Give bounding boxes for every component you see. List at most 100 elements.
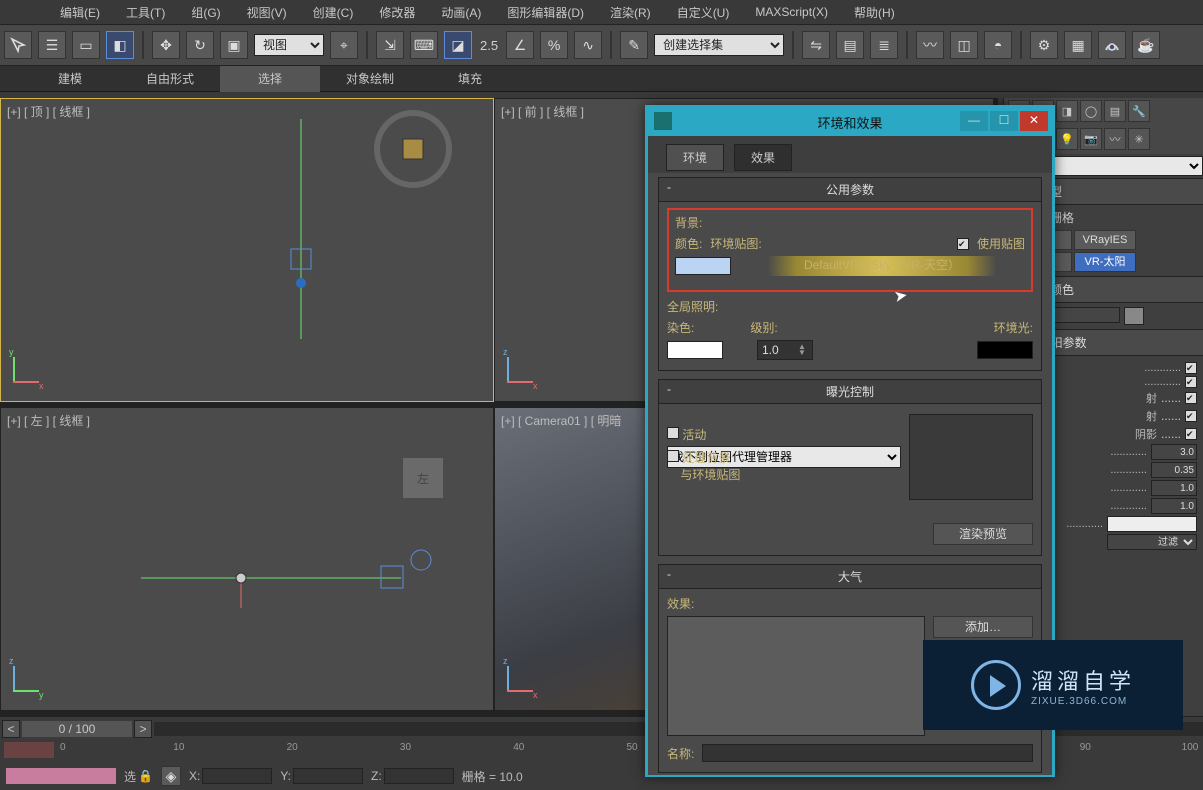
curve-editor-icon[interactable]: 〰 <box>916 31 944 59</box>
render-setup-icon[interactable]: ⚙ <box>1030 31 1058 59</box>
menu-render[interactable]: 渲染(R) <box>610 4 651 21</box>
dialog-titlebar[interactable]: 环境和效果 — ☐ ✕ <box>648 108 1052 136</box>
menu-grapheditor[interactable]: 图形编辑器(D) <box>507 4 584 21</box>
time-prev-btn[interactable]: < <box>2 720 20 738</box>
timeline-key-area[interactable] <box>4 742 54 758</box>
ref-coord-select[interactable]: 视图 <box>254 34 324 56</box>
edit-named-sel-icon[interactable]: ✎ <box>620 31 648 59</box>
param-check-4[interactable] <box>1185 410 1197 422</box>
ambient-swatch[interactable] <box>977 341 1033 359</box>
effect-name-input[interactable] <box>702 744 1033 762</box>
hierarchy-panel-icon[interactable]: ◨ <box>1056 100 1078 122</box>
obj-type-btn-1[interactable]: VRayIES <box>1074 230 1136 250</box>
spinner-snap-icon[interactable]: ∿ <box>574 31 602 59</box>
param-check-5[interactable] <box>1185 428 1197 440</box>
tab-modeling[interactable]: 建模 <box>20 66 120 92</box>
close-button[interactable]: ✕ <box>1020 111 1048 131</box>
menu-group[interactable]: 组(G) <box>191 4 220 21</box>
tab-populate[interactable]: 填充 <box>420 66 520 92</box>
env-map-button[interactable]: DefaultVRaySky（VR-天空） <box>739 256 1025 276</box>
tint-swatch[interactable] <box>667 341 723 359</box>
param-check-2[interactable] <box>1185 376 1197 388</box>
active-checkbox[interactable] <box>667 427 679 439</box>
rollout-header-common[interactable]: -公用参数 <box>659 178 1041 202</box>
menu-view[interactable]: 视图(V) <box>247 4 287 21</box>
effects-listbox[interactable] <box>667 616 925 736</box>
keyboard-shortcut-icon[interactable]: ⌨ <box>410 31 438 59</box>
select-rect-icon[interactable]: ▭ <box>72 31 100 59</box>
rotate-icon[interactable]: ↻ <box>186 31 214 59</box>
tab-select[interactable]: 选择 <box>220 66 320 92</box>
viewcube-icon[interactable] <box>373 109 453 189</box>
lights-cat-icon[interactable]: 💡 <box>1056 128 1078 150</box>
menu-customize[interactable]: 自定义(U) <box>677 4 730 21</box>
isolate-icon[interactable]: ◈ <box>161 766 181 786</box>
menu-anim[interactable]: 动画(A) <box>441 4 481 21</box>
param-spin-1[interactable] <box>1151 444 1197 460</box>
obj-type-btn-3[interactable]: VR-太阳 <box>1074 252 1136 272</box>
minimize-button[interactable]: — <box>960 111 988 131</box>
menu-maxscript[interactable]: MAXScript(X) <box>755 5 828 19</box>
viewport-top[interactable]: [+] [ 顶 ] [ 线框 ] yx <box>0 98 494 402</box>
select-window-icon[interactable]: ◧ <box>106 31 134 59</box>
align-icon[interactable]: ▤ <box>836 31 864 59</box>
time-next-btn[interactable]: > <box>134 720 152 738</box>
display-panel-icon[interactable]: ▤ <box>1104 100 1126 122</box>
snap-2d-icon[interactable]: ◪ <box>444 31 472 59</box>
rollout-header-exposure[interactable]: -曝光控制 <box>659 380 1041 404</box>
param-spin-3[interactable] <box>1151 480 1197 496</box>
layers-icon[interactable]: ≣ <box>870 31 898 59</box>
param-spin-4[interactable] <box>1151 498 1197 514</box>
menu-modifiers[interactable]: 修改器 <box>379 4 415 21</box>
render-frame-icon[interactable]: ▦ <box>1064 31 1092 59</box>
bg-color-swatch[interactable] <box>675 257 731 275</box>
lock-icon[interactable]: 🔒 <box>138 769 153 783</box>
maximize-button[interactable]: ☐ <box>990 111 1018 131</box>
y-input[interactable] <box>293 768 363 784</box>
viewport-left[interactable]: [+] [ 左 ] [ 线框 ] 左 zy <box>0 407 494 711</box>
schematic-icon[interactable]: ◫ <box>950 31 978 59</box>
tab-environment[interactable]: 环境 <box>666 144 724 171</box>
process-bg-checkbox[interactable] <box>667 450 679 462</box>
render-icon[interactable] <box>1098 31 1126 59</box>
object-color-swatch[interactable] <box>1124 307 1144 325</box>
move-icon[interactable]: ✥ <box>152 31 180 59</box>
param-color-field[interactable] <box>1107 516 1197 532</box>
menu-tools[interactable]: 工具(T) <box>126 4 165 21</box>
menu-help[interactable]: 帮助(H) <box>854 4 895 21</box>
param-check-1[interactable] <box>1185 362 1197 374</box>
teapot-icon[interactable]: ☕ <box>1132 31 1160 59</box>
manipulate-icon[interactable]: ⇲ <box>376 31 404 59</box>
x-input[interactable] <box>202 768 272 784</box>
param-check-3[interactable] <box>1185 392 1197 404</box>
cameras-cat-icon[interactable]: 📷 <box>1080 128 1102 150</box>
pivot-icon[interactable]: ⌖ <box>330 31 358 59</box>
z-input[interactable] <box>384 768 454 784</box>
param-spin-2[interactable] <box>1151 462 1197 478</box>
select-icon[interactable] <box>4 31 32 59</box>
named-sel-sets[interactable]: 创建选择集 <box>654 34 784 56</box>
tab-objpaint[interactable]: 对象绘制 <box>320 66 420 92</box>
percent-snap-icon[interactable]: % <box>540 31 568 59</box>
menu-create[interactable]: 创建(C) <box>313 4 354 21</box>
utilities-panel-icon[interactable]: 🔧 <box>1128 100 1150 122</box>
menu-edit[interactable]: 编辑(E) <box>60 4 100 21</box>
motion-panel-icon[interactable]: ◯ <box>1080 100 1102 122</box>
frame-indicator[interactable]: 0 / 100 <box>22 721 132 737</box>
tab-freeform[interactable]: 自由形式 <box>120 66 220 92</box>
rollout-header-atmos[interactable]: -大气 <box>659 565 1041 589</box>
render-preview-button[interactable]: 渲染预览 <box>933 523 1033 545</box>
select-name-icon[interactable]: ☰ <box>38 31 66 59</box>
filter-select[interactable]: 过滤 <box>1107 534 1197 550</box>
add-effect-button[interactable]: 添加… <box>933 616 1033 638</box>
helpers-cat-icon[interactable]: 〰 <box>1104 128 1126 150</box>
material-editor-icon[interactable]: ◓ <box>984 31 1012 59</box>
viewcube-left[interactable]: 左 <box>403 458 443 498</box>
use-map-checkbox[interactable] <box>957 238 969 250</box>
level-spinner[interactable]: 1.0▲▼ <box>757 340 813 360</box>
spacewarps-cat-icon[interactable]: ✳ <box>1128 128 1150 150</box>
tab-effects[interactable]: 效果 <box>734 144 792 171</box>
angle-snap-icon[interactable]: ∠ <box>506 31 534 59</box>
scale-icon[interactable]: ▣ <box>220 31 248 59</box>
mirror-icon[interactable]: ⇋ <box>802 31 830 59</box>
